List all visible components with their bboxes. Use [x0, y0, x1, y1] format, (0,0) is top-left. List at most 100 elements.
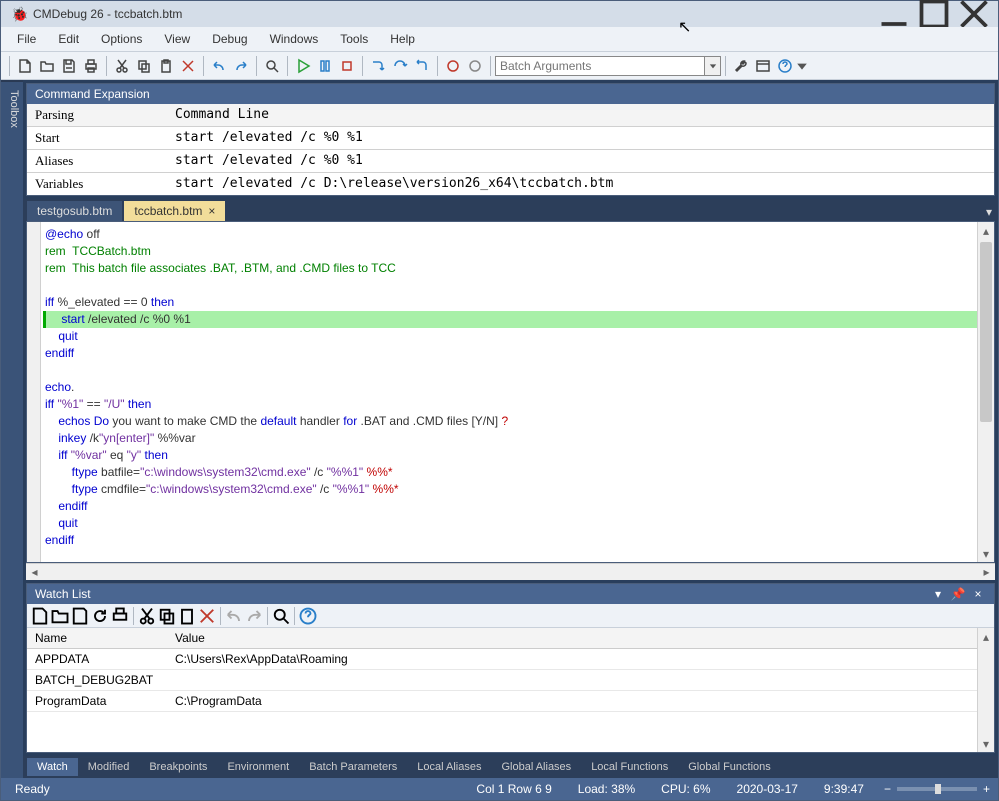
- properties-button[interactable]: [730, 55, 752, 77]
- table-row[interactable]: Variables start /elevated /c D:\release\…: [27, 172, 994, 195]
- tab-local-functions[interactable]: Local Functions: [581, 758, 678, 776]
- menu-tools[interactable]: Tools: [330, 29, 378, 49]
- zoom-out-icon[interactable]: −: [884, 782, 891, 796]
- command-value: start /elevated /c D:\release\version26_…: [167, 173, 994, 195]
- redo-button[interactable]: [230, 55, 252, 77]
- scroll-thumb[interactable]: [980, 242, 992, 422]
- batch-arguments-dropdown[interactable]: [705, 56, 721, 76]
- menu-help[interactable]: Help: [380, 29, 425, 49]
- search-button[interactable]: [261, 55, 283, 77]
- help-button[interactable]: [298, 606, 318, 626]
- cut-button[interactable]: [137, 606, 157, 626]
- scroll-up-icon[interactable]: ▴: [978, 222, 994, 239]
- copy-button[interactable]: [157, 606, 177, 626]
- help-dropdown[interactable]: [796, 55, 808, 77]
- editor-gutter[interactable]: [27, 222, 41, 562]
- scroll-track[interactable]: [43, 564, 978, 580]
- col-value[interactable]: Value: [167, 628, 977, 648]
- delete-button[interactable]: [197, 606, 217, 626]
- window-button[interactable]: [752, 55, 774, 77]
- var-value: C:\ProgramData: [167, 691, 977, 711]
- copy-button[interactable]: [133, 55, 155, 77]
- vertical-scrollbar[interactable]: ▴ ▾: [977, 222, 994, 562]
- tab-batch-parameters[interactable]: Batch Parameters: [299, 758, 407, 776]
- batch-arguments-input[interactable]: [495, 56, 705, 76]
- cut-button[interactable]: [111, 55, 133, 77]
- open-file-button[interactable]: [36, 55, 58, 77]
- help-button[interactable]: [774, 55, 796, 77]
- var-value: C:\Users\Rex\AppData\Roaming: [167, 649, 977, 669]
- new-button[interactable]: [30, 606, 50, 626]
- menu-edit[interactable]: Edit: [48, 29, 89, 49]
- redo-button[interactable]: [244, 606, 264, 626]
- menu-view[interactable]: View: [154, 29, 200, 49]
- pause-button[interactable]: [314, 55, 336, 77]
- table-row[interactable]: ProgramData C:\ProgramData: [27, 691, 977, 712]
- table-row[interactable]: Start start /elevated /c %0 %1: [27, 126, 994, 149]
- menu-file[interactable]: File: [7, 29, 46, 49]
- stop-button[interactable]: [336, 55, 358, 77]
- save-button[interactable]: [58, 55, 80, 77]
- scroll-down-icon[interactable]: ▾: [978, 735, 994, 752]
- close-icon[interactable]: ×: [970, 587, 986, 601]
- print-button[interactable]: [110, 606, 130, 626]
- tab-global-aliases[interactable]: Global Aliases: [491, 758, 581, 776]
- minimize-button[interactable]: [874, 2, 914, 26]
- tab-modified[interactable]: Modified: [78, 758, 140, 776]
- step-out-button[interactable]: [411, 55, 433, 77]
- tab-global-functions[interactable]: Global Functions: [678, 758, 781, 776]
- search-button[interactable]: [271, 606, 291, 626]
- tab-environment[interactable]: Environment: [217, 758, 299, 776]
- editor-tab-testgosub[interactable]: testgosub.btm: [27, 201, 122, 221]
- horizontal-scrollbar[interactable]: ◂ ▸: [26, 563, 995, 580]
- zoom-thumb[interactable]: [935, 784, 941, 794]
- scroll-left-icon[interactable]: ◂: [26, 564, 43, 580]
- table-row[interactable]: BATCH_DEBUG2BAT: [27, 670, 977, 691]
- code-editor[interactable]: @echo off rem TCCBatch.btm rem This batc…: [26, 221, 995, 563]
- command-value: start /elevated /c %0 %1: [167, 150, 994, 172]
- table-row[interactable]: Aliases start /elevated /c %0 %1: [27, 149, 994, 172]
- scroll-right-icon[interactable]: ▸: [978, 564, 995, 580]
- col-name[interactable]: Name: [27, 628, 167, 648]
- zoom-track[interactable]: [897, 787, 977, 791]
- close-button[interactable]: [954, 2, 994, 26]
- new-file-button[interactable]: [14, 55, 36, 77]
- code-content[interactable]: @echo off rem TCCBatch.btm rem This batc…: [41, 222, 977, 562]
- maximize-button[interactable]: [914, 2, 954, 26]
- scroll-down-icon[interactable]: ▾: [978, 545, 994, 562]
- table-row[interactable]: APPDATA C:\Users\Rex\AppData\Roaming: [27, 649, 977, 670]
- menu-debug[interactable]: Debug: [202, 29, 257, 49]
- undo-button[interactable]: [224, 606, 244, 626]
- step-into-button[interactable]: [367, 55, 389, 77]
- tab-local-aliases[interactable]: Local Aliases: [407, 758, 491, 776]
- refresh-button[interactable]: [90, 606, 110, 626]
- menu-options[interactable]: Options: [91, 29, 152, 49]
- paste-button[interactable]: [155, 55, 177, 77]
- tab-watch[interactable]: Watch: [27, 758, 78, 776]
- scroll-up-icon[interactable]: ▴: [978, 628, 994, 645]
- tabs-menu-button[interactable]: ▾: [980, 203, 998, 221]
- breakpoint-button[interactable]: [464, 55, 486, 77]
- undo-button[interactable]: [208, 55, 230, 77]
- open-button[interactable]: [50, 606, 70, 626]
- zoom-in-icon[interactable]: +: [983, 782, 990, 796]
- statusbar: Ready Col 1 Row 6 9 Load: 38% CPU: 6% 20…: [1, 778, 998, 800]
- toolbar-separator: [267, 607, 268, 625]
- zoom-slider[interactable]: − +: [884, 782, 990, 796]
- step-over-button[interactable]: [389, 55, 411, 77]
- vertical-scrollbar[interactable]: ▴ ▾: [977, 628, 994, 752]
- close-icon[interactable]: ×: [208, 204, 215, 218]
- delete-button[interactable]: [177, 55, 199, 77]
- pin-icon[interactable]: 📌: [950, 587, 966, 601]
- panel-menu-button[interactable]: ▾: [930, 587, 946, 601]
- run-button[interactable]: [292, 55, 314, 77]
- record-button[interactable]: [442, 55, 464, 77]
- menubar: File Edit Options View Debug Windows Too…: [1, 27, 998, 51]
- menu-windows[interactable]: Windows: [260, 29, 329, 49]
- toolbox-tab[interactable]: Toolbox: [1, 80, 23, 778]
- print-button[interactable]: [80, 55, 102, 77]
- tab-breakpoints[interactable]: Breakpoints: [139, 758, 217, 776]
- paste-button[interactable]: [177, 606, 197, 626]
- save-button[interactable]: [70, 606, 90, 626]
- editor-tab-tccbatch[interactable]: tccbatch.btm ×: [124, 201, 225, 221]
